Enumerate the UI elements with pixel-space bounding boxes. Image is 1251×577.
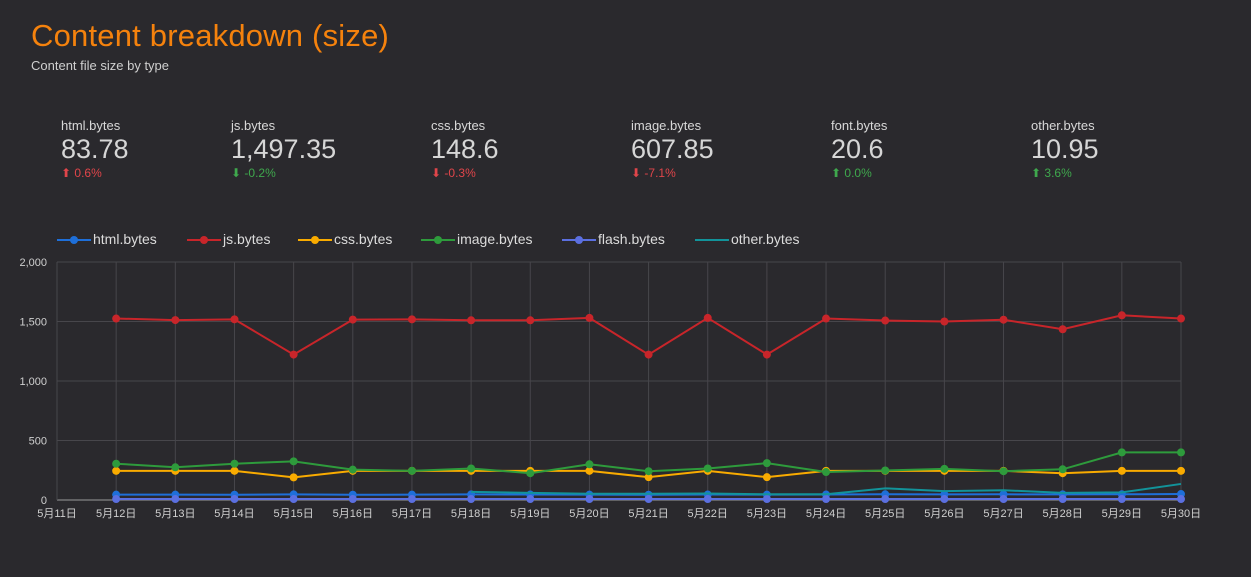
x-tick-label: 5月16日 bbox=[333, 508, 373, 520]
data-point-css-bytes bbox=[230, 466, 239, 475]
data-point-flash-bytes bbox=[171, 495, 180, 504]
data-point-js-bytes bbox=[1117, 311, 1126, 320]
data-point-image-bytes bbox=[940, 464, 949, 473]
x-tick-label: 5月15日 bbox=[273, 508, 313, 520]
data-point-flash-bytes bbox=[1177, 495, 1185, 504]
x-tick-label: 5月21日 bbox=[628, 508, 668, 520]
data-point-js-bytes bbox=[230, 315, 239, 324]
x-tick-label: 5月25日 bbox=[865, 508, 905, 520]
x-tick-label: 5月22日 bbox=[688, 508, 728, 520]
data-point-flash-bytes bbox=[407, 495, 416, 504]
x-tick-label: 5月12日 bbox=[96, 508, 136, 520]
data-point-js-bytes bbox=[289, 350, 298, 359]
data-point-js-bytes bbox=[112, 314, 121, 323]
line-chart: 0 500 1,000 1,500 2,000 5月11日 5月12日 5月13日 5月14日 5… bbox=[19, 257, 1201, 520]
data-point-image-bytes bbox=[1177, 448, 1185, 457]
data-point-flash-bytes bbox=[881, 495, 890, 504]
data-point-flash-bytes bbox=[999, 495, 1008, 504]
data-point-flash-bytes bbox=[289, 495, 298, 504]
data-point-flash-bytes bbox=[762, 495, 771, 504]
data-point-js-bytes bbox=[762, 350, 771, 359]
data-point-js-bytes bbox=[822, 314, 831, 323]
data-point-js-bytes bbox=[467, 316, 476, 325]
data-point-css-bytes bbox=[1177, 466, 1185, 475]
data-point-flash-bytes bbox=[526, 495, 535, 504]
data-point-image-bytes bbox=[881, 466, 890, 475]
data-point-image-bytes bbox=[467, 464, 476, 473]
data-point-css-bytes bbox=[112, 466, 121, 475]
x-tick-label: 5月18日 bbox=[451, 508, 491, 520]
x-tick-label: 5月20日 bbox=[569, 508, 609, 520]
data-point-js-bytes bbox=[1177, 314, 1185, 323]
data-point-flash-bytes bbox=[585, 495, 594, 504]
data-point-image-bytes bbox=[999, 467, 1008, 476]
data-point-image-bytes bbox=[703, 464, 712, 473]
data-point-js-bytes bbox=[644, 350, 653, 359]
data-point-js-bytes bbox=[940, 317, 949, 326]
x-tick-label: 5月30日 bbox=[1161, 508, 1201, 520]
y-tick-label: 1,000 bbox=[19, 376, 47, 388]
x-tick-label: 5月19日 bbox=[510, 508, 550, 520]
data-point-flash-bytes bbox=[230, 495, 239, 504]
data-point-image-bytes bbox=[289, 457, 298, 466]
data-point-js-bytes bbox=[881, 316, 890, 325]
data-point-css-bytes bbox=[289, 473, 298, 482]
data-point-js-bytes bbox=[999, 315, 1008, 324]
data-point-image-bytes bbox=[348, 465, 357, 474]
x-tick-label: 5月28日 bbox=[1043, 508, 1083, 520]
data-point-js-bytes bbox=[407, 315, 416, 324]
data-point-image-bytes bbox=[526, 469, 535, 478]
data-point-flash-bytes bbox=[1058, 495, 1067, 504]
data-point-js-bytes bbox=[585, 313, 594, 322]
y-tick-label: 0 bbox=[41, 495, 47, 507]
data-point-image-bytes bbox=[407, 466, 416, 475]
data-point-flash-bytes bbox=[703, 495, 712, 504]
x-tick-label: 5月27日 bbox=[983, 508, 1023, 520]
data-point-flash-bytes bbox=[644, 495, 653, 504]
data-point-image-bytes bbox=[1117, 448, 1126, 457]
data-point-css-bytes bbox=[762, 473, 771, 482]
data-point-flash-bytes bbox=[348, 495, 357, 504]
data-point-js-bytes bbox=[1058, 325, 1067, 334]
data-point-js-bytes bbox=[526, 316, 535, 325]
data-point-js-bytes bbox=[171, 316, 180, 325]
x-tick-label: 5月23日 bbox=[747, 508, 787, 520]
data-point-js-bytes bbox=[348, 315, 357, 324]
y-tick-label: 2,000 bbox=[19, 257, 47, 269]
x-tick-label: 5月26日 bbox=[924, 508, 964, 520]
data-point-image-bytes bbox=[230, 459, 239, 468]
data-point-image-bytes bbox=[644, 467, 653, 476]
data-point-flash-bytes bbox=[112, 495, 121, 504]
data-point-flash-bytes bbox=[467, 495, 476, 504]
data-point-image-bytes bbox=[762, 459, 771, 468]
x-tick-label: 5月13日 bbox=[155, 508, 195, 520]
data-point-css-bytes bbox=[1117, 466, 1126, 475]
data-point-flash-bytes bbox=[822, 495, 831, 504]
x-tick-label: 5月14日 bbox=[214, 508, 254, 520]
y-tick-label: 500 bbox=[29, 436, 47, 448]
data-point-image-bytes bbox=[171, 463, 180, 472]
x-tick-label: 5月29日 bbox=[1102, 508, 1142, 520]
y-tick-label: 1,500 bbox=[19, 317, 47, 329]
data-point-js-bytes bbox=[703, 313, 712, 322]
data-point-image-bytes bbox=[822, 468, 831, 477]
data-point-flash-bytes bbox=[940, 495, 949, 504]
data-point-image-bytes bbox=[1058, 465, 1067, 474]
data-point-image-bytes bbox=[585, 460, 594, 469]
x-tick-label: 5月24日 bbox=[806, 508, 846, 520]
x-tick-label: 5月11日 bbox=[37, 508, 77, 520]
data-point-image-bytes bbox=[112, 459, 121, 468]
x-tick-label: 5月17日 bbox=[392, 508, 432, 520]
data-point-flash-bytes bbox=[1117, 495, 1126, 504]
